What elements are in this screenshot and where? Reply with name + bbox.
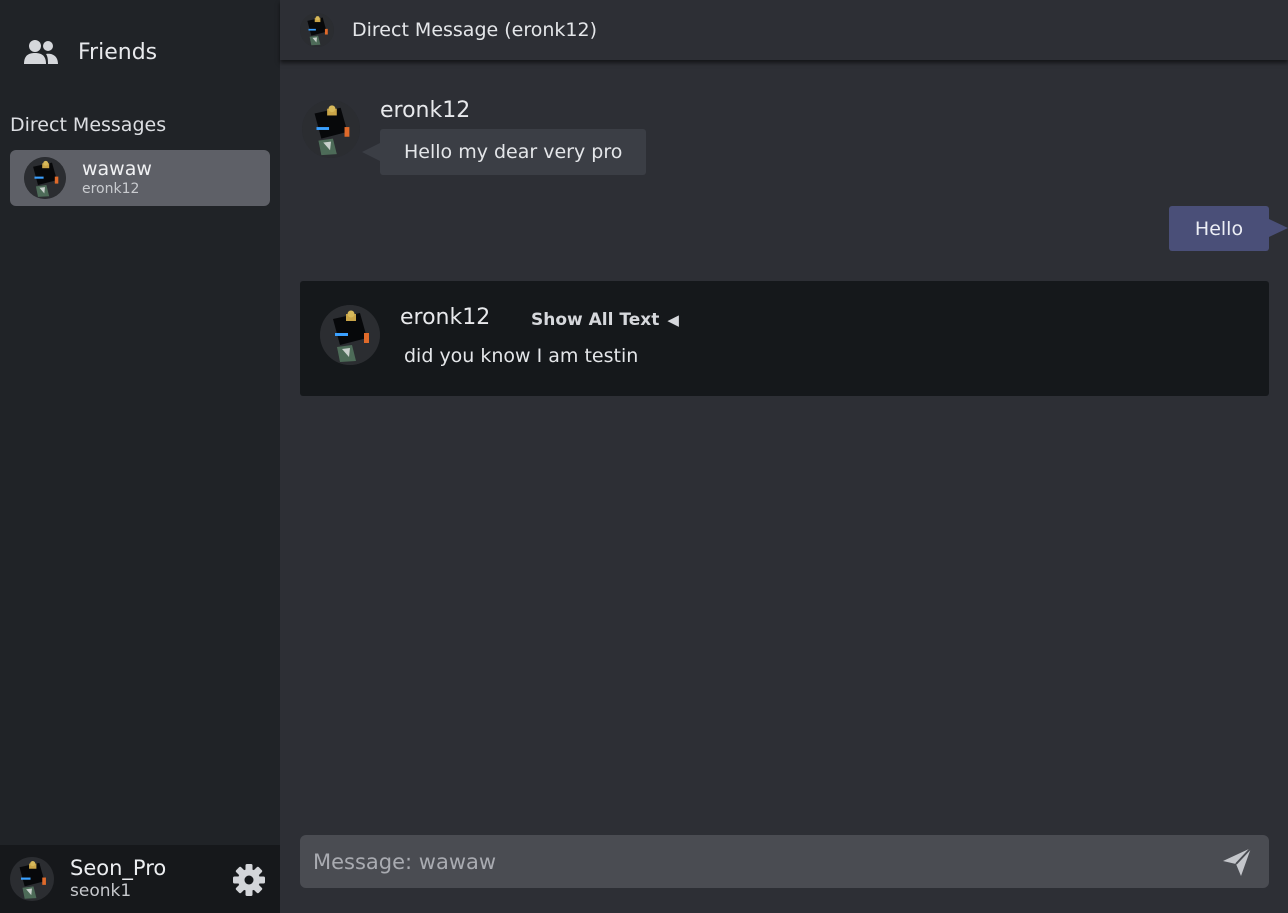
avatar <box>24 157 66 199</box>
show-all-text-label: Show All Text <box>531 310 660 330</box>
gear-icon[interactable] <box>232 863 266 897</box>
header-avatar <box>300 13 334 47</box>
user-avatar[interactable] <box>10 857 54 901</box>
users-icon <box>24 38 60 66</box>
message-input[interactable] <box>300 835 1200 888</box>
friends-nav-link[interactable]: Friends <box>24 32 157 72</box>
user-username: seonk1 <box>70 881 132 901</box>
message-outgoing-bubble: Hello <box>1169 206 1288 251</box>
message-author: eronk12 <box>400 305 491 330</box>
message-incoming: eronk12 Hello my dear very pro <box>300 98 1000 188</box>
dm-item-subtitle: eronk12 <box>82 181 140 197</box>
triangle-left-icon: ◀ <box>667 311 679 329</box>
user-display-name: Seon_Pro <box>70 856 167 880</box>
message-text: did you know I am testin <box>404 345 639 367</box>
show-all-text-toggle[interactable]: Show All Text ◀ <box>531 310 679 330</box>
sidebar: Friends Direct Messages wawaw eronk12 Se… <box>0 0 280 913</box>
message-author: eronk12 <box>380 98 471 123</box>
dm-item-name: wawaw <box>82 158 152 180</box>
message-author-avatar[interactable] <box>320 305 380 365</box>
message-bubble: Hello my dear very pro <box>361 129 647 175</box>
chat-header: Direct Message (eronk12) <box>280 0 1288 60</box>
friends-label: Friends <box>78 39 158 65</box>
dm-item-wawaw[interactable]: wawaw eronk12 <box>10 150 270 206</box>
direct-messages-heading: Direct Messages <box>10 114 167 136</box>
message-author-avatar[interactable] <box>302 100 360 158</box>
message-composer <box>300 835 1269 888</box>
message-block: eronk12 Show All Text ◀ did you know I a… <box>300 281 1269 396</box>
page-title: Direct Message (eronk12) <box>352 19 597 41</box>
user-panel: Seon_Pro seonk1 <box>0 845 280 913</box>
send-icon[interactable] <box>1221 846 1253 878</box>
